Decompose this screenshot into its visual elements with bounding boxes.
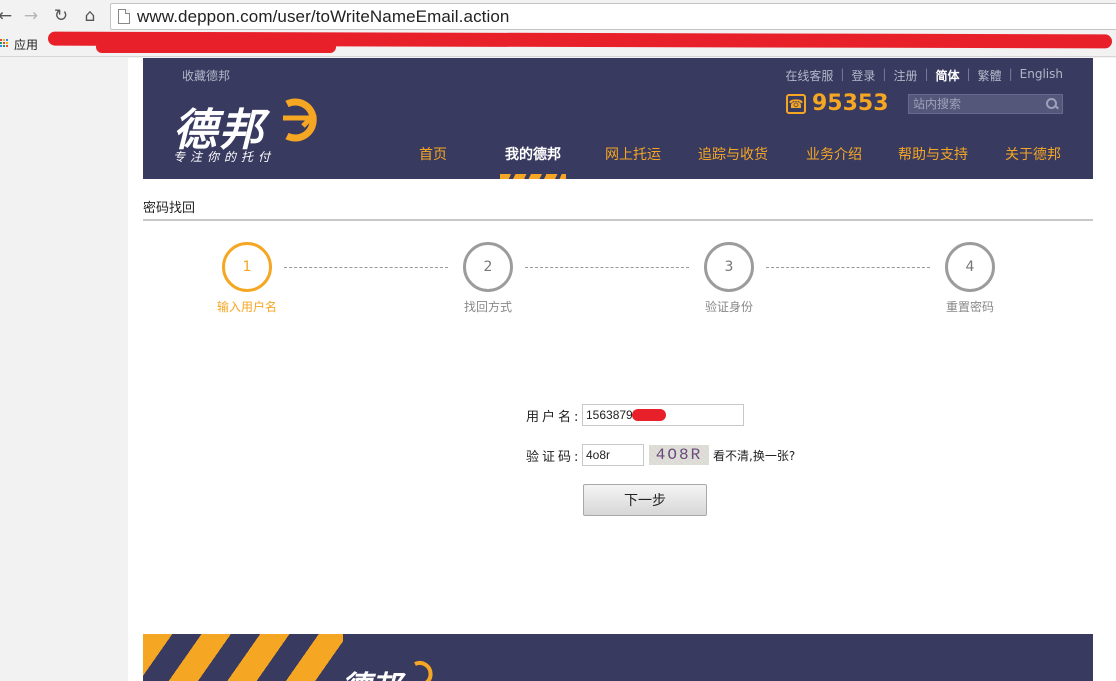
step-1: 1 输入用户名 <box>197 242 297 315</box>
login-link[interactable]: 登录 <box>851 67 875 84</box>
nav-active-indicator <box>500 174 566 179</box>
captcha-image[interactable]: 4O8R <box>649 445 709 465</box>
step-connector <box>525 267 689 268</box>
simplified-chinese-link[interactable]: 简体 <box>936 67 960 84</box>
username-label: 用户名: <box>526 409 582 425</box>
reload-icon[interactable]: ↻ <box>50 5 72 27</box>
hotline: ☎ 95353 <box>786 91 889 116</box>
online-service-link[interactable]: 在线客服 <box>785 67 833 84</box>
divider <box>143 219 1093 221</box>
main-nav: 首页 我的德邦 网上托运 追踪与收货 业务介绍 帮助与支持 关于德邦 <box>143 144 1093 164</box>
captcha-label: 验证码: <box>526 449 582 465</box>
step-3: 3 验证身份 <box>679 242 779 315</box>
url-text[interactable]: www.deppon.com/user/toWriteNameEmail.act… <box>137 7 509 27</box>
site-search-input[interactable] <box>913 97 1033 111</box>
step-4: 4 重置密码 <box>920 242 1020 315</box>
step-2: 2 找回方式 <box>438 242 538 315</box>
site-header: 收藏德邦 在线客服 | 登录 | 注册 | 简体 | 繁體 | English … <box>143 58 1093 179</box>
step-number: 1 <box>222 242 272 292</box>
nav-my-deppon[interactable]: 我的德邦 <box>505 144 561 164</box>
separator: | <box>1008 67 1013 81</box>
username-field-wrap <box>582 404 744 426</box>
register-link[interactable]: 注册 <box>893 67 917 84</box>
phone-icon: ☎ <box>786 93 806 114</box>
step-label: 找回方式 <box>463 300 512 314</box>
back-arrow-icon[interactable]: ← <box>0 5 16 27</box>
apps-bookmark[interactable]: 应用 <box>14 36 38 53</box>
page-content: 收藏德邦 在线客服 | 登录 | 注册 | 简体 | 繁體 | English … <box>128 58 1116 681</box>
nav-help[interactable]: 帮助与支持 <box>898 144 968 164</box>
captcha-input[interactable] <box>582 444 644 466</box>
hotline-number: 95353 <box>812 91 889 116</box>
page-gutter <box>0 58 128 681</box>
step-number: 3 <box>704 242 754 292</box>
next-button[interactable]: 下一步 <box>583 484 707 516</box>
nav-about[interactable]: 关于德邦 <box>1005 144 1061 164</box>
apps-grid-icon[interactable] <box>0 39 9 48</box>
separator: | <box>924 67 929 81</box>
footer: 德邦 <box>143 634 1093 681</box>
step-label: 重置密码 <box>945 300 994 314</box>
step-connector <box>284 267 448 268</box>
top-links: 在线客服 | 登录 | 注册 | 简体 | 繁體 | English <box>785 67 1063 84</box>
separator: | <box>966 67 971 81</box>
separator: | <box>882 67 887 81</box>
step-label: 验证身份 <box>704 300 753 314</box>
separator: | <box>840 67 845 81</box>
address-bar[interactable]: www.deppon.com/user/toWriteNameEmail.act… <box>110 3 1116 30</box>
username-row: 用户名: <box>526 404 744 426</box>
home-icon[interactable]: ⌂ <box>79 5 101 27</box>
step-number: 4 <box>945 242 995 292</box>
redaction-mark <box>632 409 666 421</box>
nav-online-shipping[interactable]: 网上托运 <box>605 144 661 164</box>
nav-tracking[interactable]: 追踪与收货 <box>698 144 768 164</box>
english-link[interactable]: English <box>1020 67 1063 84</box>
page-icon <box>118 9 130 24</box>
step-label: 输入用户名 <box>216 300 277 314</box>
nav-services[interactable]: 业务介绍 <box>806 144 862 164</box>
refresh-captcha-link[interactable]: 看不清,换一张? <box>713 447 795 464</box>
traditional-chinese-link[interactable]: 繁體 <box>978 67 1002 84</box>
favorite-link[interactable]: 收藏德邦 <box>182 67 230 84</box>
footer-stripes <box>143 634 343 681</box>
logo-arrow-icon <box>283 98 318 142</box>
forward-arrow-icon[interactable]: → <box>20 5 42 27</box>
site-search[interactable] <box>908 94 1063 114</box>
footer-logo: 德邦 <box>341 662 401 681</box>
page-title: 密码找回 <box>143 201 196 216</box>
search-icon[interactable] <box>1046 98 1058 110</box>
step-number: 2 <box>463 242 513 292</box>
captcha-row: 验证码: 4O8R 看不清,换一张? <box>526 444 795 466</box>
browser-toolbar: ← → ↻ ⌂ www.deppon.com/user/toWriteNameE… <box>0 0 1116 32</box>
nav-home[interactable]: 首页 <box>419 144 447 164</box>
redaction-mark <box>96 41 336 53</box>
bookmarks-bar: 应用 <box>0 31 1116 57</box>
step-connector <box>766 267 930 268</box>
footer-logo-arrow-icon <box>414 661 433 681</box>
